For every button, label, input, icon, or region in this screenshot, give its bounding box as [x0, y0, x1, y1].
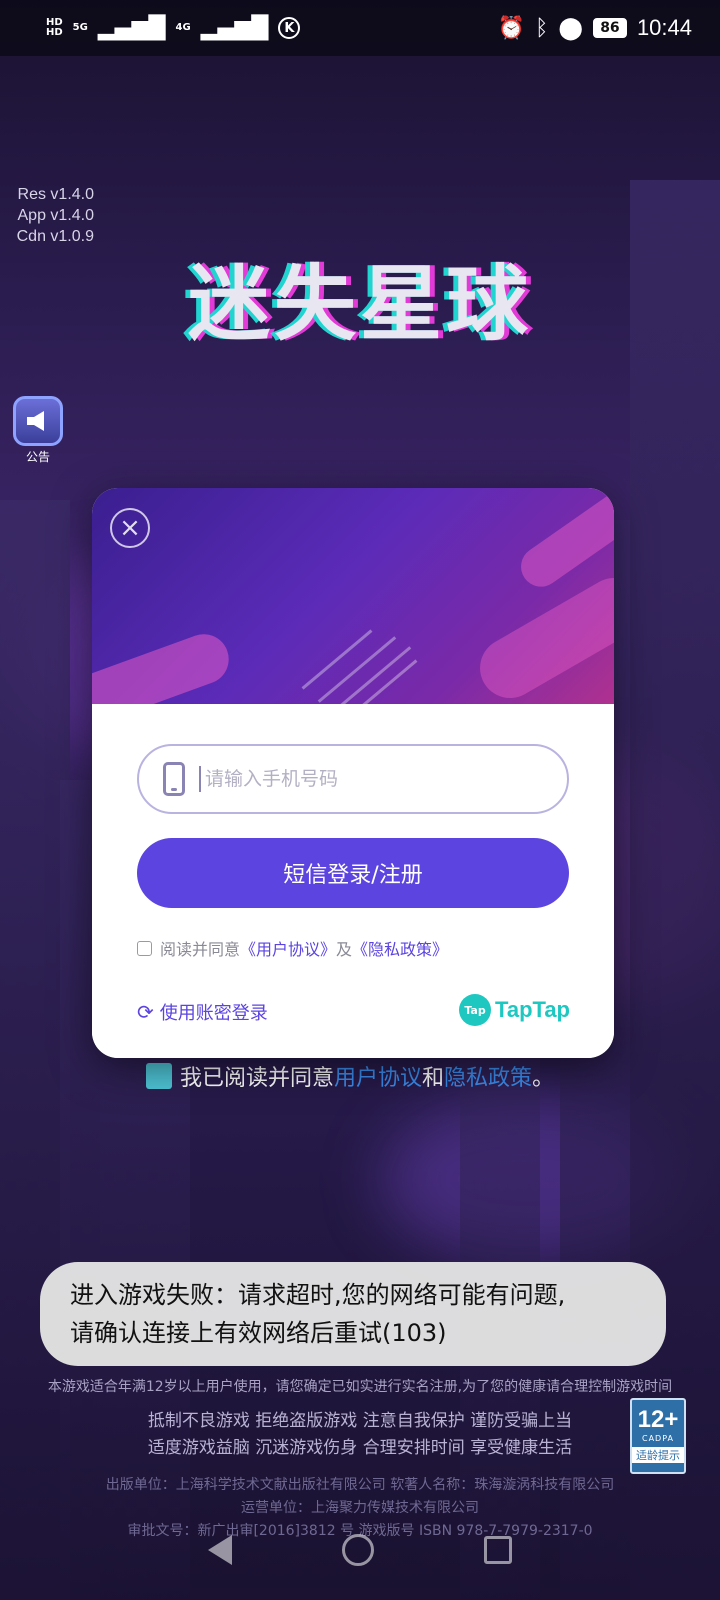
- publisher-line-1: 出版单位：上海科学技术文献出版社有限公司 软著人名称：珠海漩涡科技有限公司: [105, 1477, 615, 1493]
- signal-icon: ▂▄▆█: [200, 15, 269, 41]
- agreement-row: 阅读并同意 《用户协议》 及 《隐私政策》: [137, 936, 448, 960]
- status-time: 10:44: [636, 15, 692, 40]
- back-icon[interactable]: [208, 1535, 232, 1565]
- bluetooth-icon: ᛒ: [535, 15, 549, 41]
- background-agree-checkbox[interactable]: [146, 1063, 172, 1089]
- slogan-line-2: 适度游戏益脑 沉迷游戏伤身 合理安排时间 享受健康生活: [147, 1438, 573, 1458]
- user-agreement-link[interactable]: 《用户协议》: [240, 936, 336, 960]
- taptap-label: TapTap: [495, 997, 570, 1022]
- app-version: App v1.4.0: [17, 207, 95, 224]
- background-agree-and: 和: [422, 1066, 445, 1091]
- recent-apps-icon[interactable]: [484, 1536, 512, 1564]
- password-login-button[interactable]: ⟳ 使用账密登录: [137, 999, 268, 1025]
- alarm-icon: ⏰: [497, 15, 526, 41]
- res-version: Res v1.4.0: [17, 186, 94, 203]
- dialog-header-banner: ×: [92, 488, 614, 704]
- toast-line-2: 请确认连接上有效网络后重试(103): [70, 1319, 447, 1347]
- health-slogan: 抵制不良游戏 拒绝盗版游戏 注意自我保护 谨防受骗上当 适度游戏益脑 沉迷游戏伤…: [0, 1408, 720, 1462]
- phone-input-field[interactable]: [137, 744, 569, 814]
- network-4g-label: 4G: [175, 22, 191, 33]
- taptap-login-button[interactable]: Tap TapTap: [459, 994, 570, 1026]
- battery-icon: 86: [592, 18, 627, 38]
- phone-number-input[interactable]: [199, 766, 539, 792]
- megaphone-icon: [13, 396, 63, 446]
- network-5g-label: 5G: [72, 22, 88, 33]
- sms-login-button[interactable]: 短信登录/注册: [137, 838, 569, 908]
- hd-indicator: HD HD: [46, 17, 63, 38]
- cadpa-org: CADPA: [641, 1434, 674, 1443]
- refresh-icon: ⟳: [137, 1000, 154, 1024]
- navigation-bar: [0, 1500, 720, 1600]
- age-notice: 本游戏适合年满12岁以上用户使用，请您确定已如实进行实名注册,为了您的健康请合理…: [47, 1379, 673, 1395]
- password-login-label: 使用账密登录: [159, 1003, 268, 1024]
- notice-label: 公告: [25, 450, 50, 464]
- toast-line-1: 进入游戏失败：请求超时,您的网络可能有问题,: [70, 1281, 566, 1309]
- background-privacy-policy-link[interactable]: 隐私政策: [444, 1060, 532, 1092]
- cadpa-age: 12+: [637, 1406, 679, 1433]
- error-toast: 进入游戏失败：请求超时,您的网络可能有问题, 请确认连接上有效网络后重试(103…: [40, 1262, 666, 1366]
- login-dialog: × 短信登录/注册 阅读并同意 《用户协议》 及 《隐私政策》 ⟳ 使用账密登录…: [92, 488, 614, 1058]
- cadpa-age-badge: 12+ CADPA 适龄提示: [630, 1398, 686, 1474]
- dialog-body: 短信登录/注册 阅读并同意 《用户协议》 及 《隐私政策》 ⟳ 使用账密登录 T…: [92, 704, 614, 1058]
- privacy-policy-link[interactable]: 《隐私政策》: [352, 936, 448, 960]
- cdn-version: Cdn v1.0.9: [16, 228, 94, 245]
- agree-and: 及: [336, 940, 353, 959]
- phone-icon: [163, 762, 185, 796]
- background-agreement-row: 我已阅读并同意 用户协议 和 隐私政策 。: [146, 1060, 554, 1092]
- status-left: HD HD 5G ▂▄▆█ 4G ▂▄▆█ K: [46, 15, 301, 41]
- agree-prefix: 阅读并同意: [160, 940, 241, 959]
- signal-icon: ▂▄▆█: [97, 15, 166, 41]
- close-icon[interactable]: ×: [110, 508, 150, 548]
- status-bar: HD HD 5G ▂▄▆█ 4G ▂▄▆█ K ⏰ ᛒ ⬤ 86 10:44: [0, 0, 720, 56]
- cadpa-tip: 适龄提示: [632, 1447, 684, 1463]
- notice-button[interactable]: 公告: [10, 396, 66, 466]
- game-logo: 迷失星球: [187, 256, 532, 352]
- k-icon: K: [278, 17, 301, 39]
- version-info: Res v1.4.0 App v1.4.0 Cdn v1.0.9: [8, 184, 94, 247]
- background-user-agreement-link[interactable]: 用户协议: [334, 1060, 422, 1092]
- agree-checkbox[interactable]: [137, 940, 152, 956]
- status-right: ⏰ ᛒ ⬤ 86 10:44: [498, 15, 692, 41]
- location-icon: ⬤: [558, 15, 583, 41]
- taptap-icon: Tap: [459, 994, 492, 1026]
- background-agree-prefix: 我已阅读并同意: [180, 1066, 335, 1091]
- home-icon[interactable]: [342, 1534, 374, 1566]
- background-agree-suffix: 。: [532, 1066, 555, 1091]
- slogan-line-1: 抵制不良游戏 拒绝盗版游戏 注意自我保护 谨防受骗上当: [147, 1411, 573, 1431]
